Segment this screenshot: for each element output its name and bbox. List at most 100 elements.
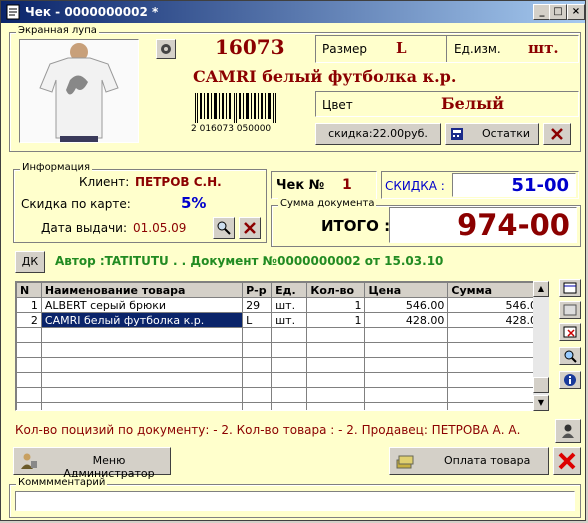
add-row-button[interactable] bbox=[559, 279, 581, 297]
table-row[interactable] bbox=[16, 357, 548, 373]
client-clear-button[interactable] bbox=[239, 217, 261, 239]
title-bar[interactable]: Чек - 0000000002 * _ □ × bbox=[1, 1, 585, 23]
comment-field[interactable] bbox=[15, 491, 575, 511]
table-row[interactable] bbox=[16, 387, 548, 403]
table-row[interactable] bbox=[16, 327, 548, 343]
cell-n[interactable]: 2 bbox=[16, 312, 42, 328]
total-value: 974-00 bbox=[457, 208, 570, 242]
pay-button-label: Оплата товара bbox=[444, 454, 531, 467]
client-label: Клиент: bbox=[79, 175, 130, 189]
table-row[interactable] bbox=[16, 342, 548, 358]
color-label: Цвет bbox=[322, 98, 353, 112]
discount-button[interactable]: скидка:22.00руб. bbox=[315, 123, 441, 145]
total-label: ИТОГО : bbox=[321, 217, 391, 235]
product-image[interactable] bbox=[19, 39, 139, 143]
clear-product-button[interactable] bbox=[543, 123, 571, 145]
color-box: Цвет Белый bbox=[315, 91, 579, 117]
money-icon bbox=[396, 455, 414, 469]
delete-row-button[interactable] bbox=[559, 323, 581, 341]
barcode-icon bbox=[195, 93, 276, 123]
scroll-up-button[interactable]: ▲ bbox=[533, 281, 549, 297]
cell-size[interactable]: L bbox=[242, 312, 273, 328]
stock-button[interactable]: Остатки bbox=[445, 123, 539, 145]
info-icon bbox=[564, 374, 576, 386]
discount-label: СКИДКА : bbox=[385, 179, 445, 193]
info-legend: Информация bbox=[20, 162, 93, 173]
check-number-box: Чек № 1 bbox=[271, 171, 377, 199]
close-icon bbox=[244, 222, 256, 234]
cell-unit[interactable]: шт. bbox=[271, 312, 308, 328]
unit-value: шт. bbox=[528, 39, 559, 57]
edit-row-button[interactable] bbox=[559, 301, 581, 319]
admin-menu-button[interactable]: Меню Администратор bbox=[13, 447, 171, 480]
cell-qty[interactable]: 1 bbox=[306, 297, 366, 313]
user-icon bbox=[562, 424, 574, 438]
size-value: L bbox=[396, 39, 407, 57]
sum-legend: Сумма документа bbox=[278, 198, 377, 209]
stock-button-label: Остатки bbox=[482, 127, 531, 140]
cell-size[interactable]: 29 bbox=[242, 297, 273, 313]
table-scrollbar[interactable]: ▲ ▼ bbox=[533, 281, 549, 411]
col-unit[interactable]: Ед. bbox=[271, 282, 308, 298]
cell-n[interactable]: 1 bbox=[16, 297, 42, 313]
col-price[interactable]: Цена bbox=[364, 282, 449, 298]
product-name: CAMRI белый футболка к.р. bbox=[193, 67, 457, 86]
date-label: Дата выдачи: bbox=[41, 221, 128, 235]
col-size[interactable]: Р-р bbox=[242, 282, 273, 298]
check-number-label: Чек № bbox=[276, 178, 325, 193]
zoom-button[interactable] bbox=[156, 39, 176, 59]
cell-name[interactable]: CAMRI белый футболка к.р. bbox=[40, 312, 244, 328]
cell-price[interactable]: 428.00 bbox=[364, 312, 449, 328]
check-window: Чек - 0000000002 * _ □ × Экранная лупа 1… bbox=[0, 0, 586, 521]
maximize-button[interactable]: □ bbox=[549, 4, 567, 20]
total-field: 974-00 bbox=[389, 207, 577, 243]
scroll-thumb[interactable] bbox=[533, 377, 549, 393]
window-title: Чек - 0000000002 * bbox=[25, 5, 159, 19]
search-icon bbox=[217, 221, 231, 235]
comment-legend: Комммментарий bbox=[16, 477, 108, 488]
pay-button[interactable]: Оплата товара bbox=[389, 447, 549, 475]
client-search-button[interactable] bbox=[213, 217, 235, 239]
close-icon bbox=[558, 452, 576, 470]
date-value: 01.05.09 bbox=[133, 221, 187, 235]
cell-price[interactable]: 546.00 bbox=[364, 297, 449, 313]
lens-legend: Экранная лупа bbox=[16, 25, 99, 36]
close-window-button[interactable]: × bbox=[567, 4, 585, 20]
admin-icon bbox=[21, 453, 37, 469]
search-icon bbox=[564, 350, 577, 363]
card-discount-value: 5% bbox=[181, 194, 207, 212]
items-table: N Наименование товара Р-р Ед. Кол-во Цен… bbox=[16, 282, 548, 410]
cell-name[interactable]: ALBERT серый брюки bbox=[40, 297, 244, 313]
barcode-text: 2 016073 050000 bbox=[191, 124, 272, 134]
table-row[interactable]: 1 ALBERT серый брюки 29 шт. 1 546.00 546… bbox=[16, 297, 548, 313]
col-qty[interactable]: Кол-во bbox=[306, 282, 366, 298]
table-row[interactable]: 2 CAMRI белый футболка к.р. L шт. 1 428.… bbox=[16, 312, 548, 328]
scroll-down-button[interactable]: ▼ bbox=[533, 395, 549, 411]
card-discount-label: Скидка по карте: bbox=[21, 197, 131, 211]
find-row-button[interactable] bbox=[559, 347, 581, 365]
dk-button[interactable]: ДК bbox=[15, 251, 45, 273]
info-button[interactable] bbox=[559, 371, 581, 389]
unit-label: Ед.изм. bbox=[454, 42, 501, 56]
seller-button[interactable] bbox=[555, 419, 581, 443]
items-table-container: N Наименование товара Р-р Ед. Кол-во Цен… bbox=[15, 281, 549, 411]
check-number-value: 1 bbox=[342, 177, 352, 193]
calculator-icon bbox=[451, 128, 463, 140]
gear-icon bbox=[161, 44, 171, 54]
product-code: 16073 bbox=[215, 35, 285, 59]
col-n[interactable]: N bbox=[16, 282, 42, 298]
cell-unit[interactable]: шт. bbox=[271, 297, 308, 313]
table-row[interactable] bbox=[16, 402, 548, 410]
author-line: Автор :TATITUTU . . Документ №0000000002… bbox=[55, 254, 444, 268]
cell-qty[interactable]: 1 bbox=[306, 312, 366, 328]
edit-row-icon bbox=[563, 304, 577, 316]
table-row[interactable] bbox=[16, 372, 548, 388]
discount-box: СКИДКА : 51-00 bbox=[381, 171, 579, 199]
delete-row-icon bbox=[563, 326, 577, 338]
size-unit-box: Размер L Ед.изм. шт. bbox=[315, 35, 579, 63]
discount-value: 51-00 bbox=[511, 175, 569, 196]
col-name[interactable]: Наименование товара bbox=[40, 282, 244, 298]
add-row-icon bbox=[563, 282, 577, 294]
cancel-check-button[interactable] bbox=[553, 447, 581, 475]
client-value: ПЕТРОВ С.Н. bbox=[135, 175, 222, 189]
